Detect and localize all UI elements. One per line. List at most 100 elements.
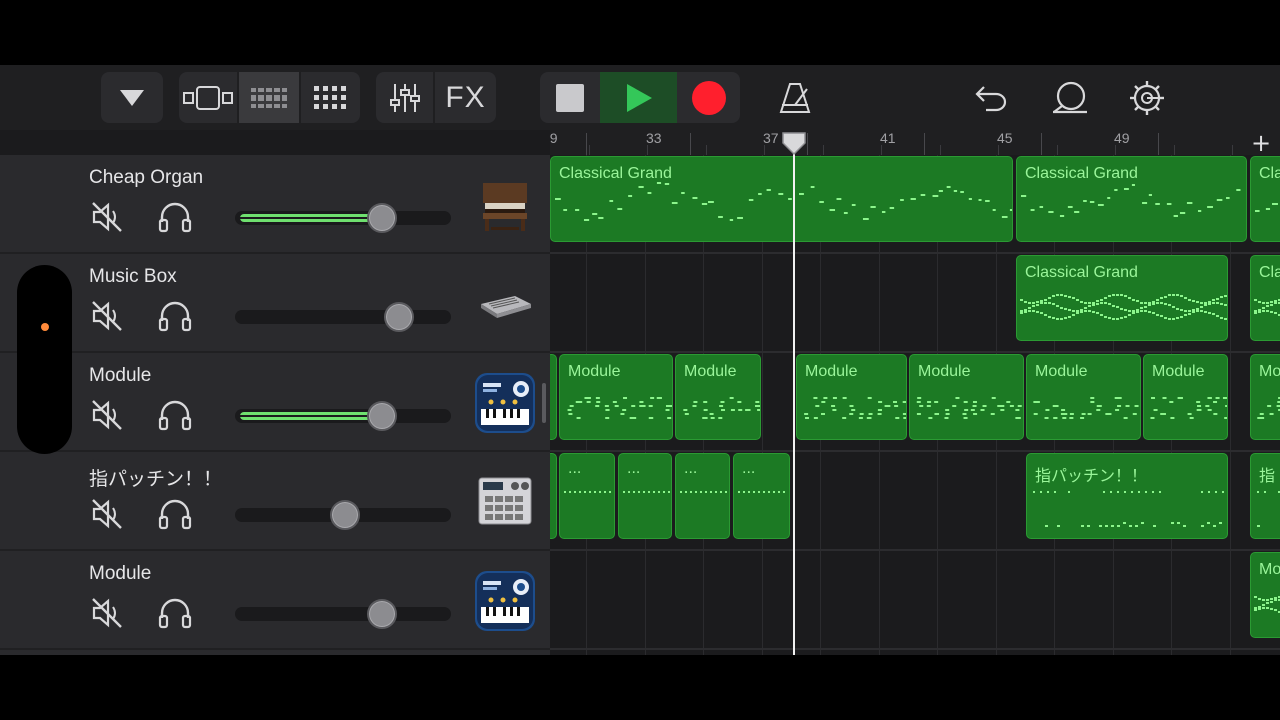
track-region[interactable]: Module <box>1143 354 1228 440</box>
midi-note <box>1124 316 1127 318</box>
midi-note <box>1272 203 1278 205</box>
mute-button[interactable] <box>89 496 125 532</box>
mute-speaker-icon <box>90 299 124 333</box>
midi-note <box>894 405 899 407</box>
scroll-indicator[interactable] <box>542 383 546 423</box>
drum-machine-icon[interactable] <box>475 472 535 532</box>
metronome-button[interactable] <box>770 72 820 123</box>
solo-button[interactable] <box>157 397 193 433</box>
midi-note <box>720 401 725 403</box>
track-name: Module <box>89 365 152 386</box>
midi-note <box>843 212 848 214</box>
bar-ruler[interactable]: 29 33 37 41 45 49 <box>550 130 1280 155</box>
volume-slider[interactable] <box>235 401 451 431</box>
track-region[interactable]: Module <box>909 354 1024 440</box>
track-region[interactable]: Cla <box>1250 156 1280 242</box>
track-region[interactable]: Module <box>796 354 907 440</box>
midi-note <box>638 186 644 188</box>
midi-note <box>1197 210 1202 212</box>
stop-button[interactable] <box>540 72 600 123</box>
track-region[interactable]: Classical Grand <box>1016 156 1247 242</box>
track-header[interactable]: 指パッチン！！ <box>0 452 550 551</box>
solo-button[interactable] <box>157 199 193 235</box>
solo-button[interactable] <box>157 496 193 532</box>
browser-menu-button[interactable] <box>101 72 163 123</box>
mute-button[interactable] <box>89 595 125 631</box>
playhead-handle[interactable] <box>781 132 807 156</box>
volume-slider[interactable] <box>235 302 451 332</box>
track-header[interactable]: Cheap Organ <box>0 155 550 254</box>
live-loops-button[interactable] <box>301 72 360 123</box>
midi-note <box>1184 297 1187 299</box>
ruler-bar-number: 37 <box>763 130 779 146</box>
undo-icon <box>975 85 1007 111</box>
solo-button[interactable] <box>157 298 193 334</box>
music-box-icon[interactable] <box>475 274 535 334</box>
track-region[interactable]: Classical Grand <box>550 156 1013 242</box>
midi-note <box>737 401 742 403</box>
stop-icon <box>556 83 584 112</box>
midi-note <box>1267 405 1272 407</box>
midi-note <box>903 417 906 419</box>
volume-slider[interactable] <box>235 599 451 629</box>
track-header[interactable]: Music Box <box>0 254 550 353</box>
midi-note <box>568 413 573 415</box>
ruler-subtick <box>647 145 648 155</box>
midi-note <box>564 491 566 493</box>
track-region[interactable]: Module <box>1026 354 1141 440</box>
mixer-button[interactable] <box>376 72 433 123</box>
volume-slider-thumb[interactable] <box>384 302 414 332</box>
track-lane[interactable] <box>550 551 1280 650</box>
midi-note <box>1258 309 1261 311</box>
tracks-view-button[interactable] <box>239 72 299 123</box>
ruler-subtick <box>823 145 824 155</box>
midi-note <box>1274 609 1277 611</box>
track-region[interactable]: 指 <box>1250 453 1280 539</box>
track-region[interactable]: Mo <box>1250 354 1280 440</box>
synth-module-icon[interactable] <box>475 373 535 433</box>
mute-button[interactable] <box>89 397 125 433</box>
solo-button[interactable] <box>157 595 193 631</box>
track-selection-handle[interactable] <box>17 265 72 454</box>
midi-note <box>683 409 688 411</box>
track-region[interactable]: 指パッチン！！ <box>1026 453 1228 539</box>
volume-slider[interactable] <box>235 203 451 233</box>
mute-button[interactable] <box>89 298 125 334</box>
midi-note <box>647 192 652 194</box>
track-region[interactable]: Module <box>559 354 673 440</box>
midi-note <box>1116 294 1119 296</box>
track-region[interactable]: ... <box>675 453 730 539</box>
midi-note <box>1208 301 1211 303</box>
record-button[interactable] <box>677 72 740 123</box>
undo-button[interactable] <box>966 72 1016 123</box>
region-label: Module <box>918 363 971 380</box>
track-region[interactable]: Cla <box>1250 255 1280 341</box>
midi-note <box>1060 318 1063 320</box>
track-region[interactable]: Module <box>675 354 761 440</box>
settings-button[interactable] <box>1122 72 1172 123</box>
organ-icon[interactable] <box>475 175 535 235</box>
track-region[interactable] <box>550 453 557 539</box>
synth-module-icon[interactable] <box>475 571 535 631</box>
mute-button[interactable] <box>89 199 125 235</box>
track-region[interactable]: ... <box>559 453 615 539</box>
track-region[interactable] <box>550 354 557 440</box>
midi-note <box>990 413 995 415</box>
volume-slider[interactable] <box>235 500 451 530</box>
tracks-area[interactable]: Classical Grand Classical Grand Cla Classic… <box>550 155 1280 655</box>
volume-slider-thumb[interactable] <box>367 203 397 233</box>
track-region[interactable]: ... <box>733 453 790 539</box>
loop-browser-button[interactable] <box>1045 72 1095 123</box>
track-header[interactable]: Module <box>0 551 550 650</box>
track-header[interactable]: Module <box>0 353 550 452</box>
track-region[interactable]: ... <box>618 453 672 539</box>
volume-slider-thumb[interactable] <box>367 599 397 629</box>
track-region[interactable]: Mo <box>1250 552 1280 638</box>
track-region[interactable]: Classical Grand <box>1016 255 1228 341</box>
fx-button[interactable]: FX <box>435 72 496 123</box>
instrument-view-button[interactable] <box>179 72 237 123</box>
volume-slider-thumb[interactable] <box>367 401 397 431</box>
volume-slider-thumb[interactable] <box>330 500 360 530</box>
add-section-button[interactable]: + <box>1242 129 1280 157</box>
play-button[interactable] <box>600 72 677 123</box>
